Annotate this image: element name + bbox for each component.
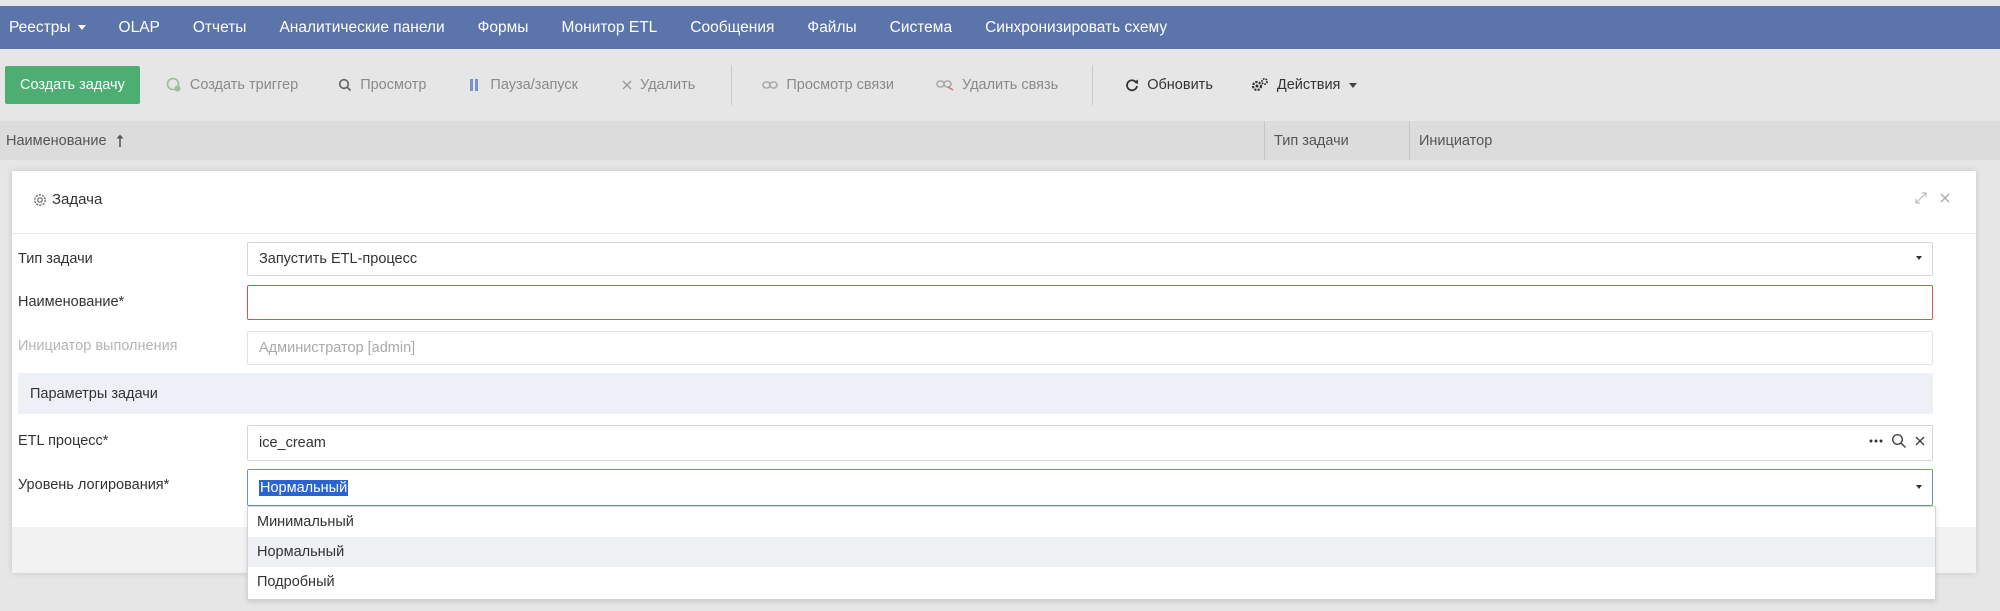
actions-dropdown[interactable]: Действия [1251, 77, 1358, 93]
refresh-button[interactable]: Обновить [1125, 77, 1213, 93]
create-trigger-button[interactable]: Создать триггер [166, 77, 298, 93]
menu-item-etl-monitor[interactable]: Монитор ETL [538, 19, 657, 37]
pause-play-icon [470, 78, 482, 92]
grid-header: Наименование Тип задачи Инициатор [0, 121, 2000, 160]
log-level-select[interactable]: Нормальный [247, 469, 1933, 506]
search-icon [338, 78, 352, 92]
toolbar-separator [1092, 65, 1094, 105]
dialog-title: Задача [32, 191, 102, 208]
toolbar-separator [731, 65, 733, 105]
log-level-dropdown: Минимальный Нормальный Подробный [247, 506, 1936, 600]
column-header-task-type[interactable]: Тип задачи [1268, 121, 1349, 160]
task-type-select[interactable]: Запустить ETL-процесс [247, 242, 1933, 276]
trigger-icon [166, 77, 182, 93]
close-icon[interactable] [1940, 193, 1950, 203]
caret-down-icon [77, 25, 86, 30]
unlink-icon [936, 79, 954, 91]
menu-item-files[interactable]: Файлы [784, 19, 856, 37]
link-icon [762, 80, 779, 90]
menu-item-dashboards[interactable]: Аналитические панели [256, 19, 444, 37]
toolbar: Создать задачу Создать триггер Просмотр … [0, 49, 2000, 121]
etl-process-field[interactable]: ice_cream [247, 425, 1933, 461]
dropdown-option[interactable]: Минимальный [248, 507, 1935, 537]
pause-start-button[interactable]: Пауза/запуск [470, 77, 578, 93]
top-menu: Реестры OLAP Отчеты Аналитические панели… [0, 6, 2000, 49]
etl-process-label: ETL процесс* [18, 433, 109, 449]
dropdown-option[interactable]: Нормальный [248, 537, 1935, 567]
initiator-label: Инициатор выполнения [18, 338, 178, 354]
delete-button[interactable]: Удалить [622, 77, 695, 93]
chevron-down-icon [1916, 256, 1922, 260]
column-header-name[interactable]: Наименование [0, 121, 124, 160]
column-divider [1264, 121, 1265, 160]
name-label: Наименование* [18, 294, 125, 310]
view-link-button[interactable]: Просмотр связи [762, 77, 894, 93]
initiator-field: Администратор [admin] [247, 331, 1933, 365]
create-task-button[interactable]: Создать задачу [5, 66, 140, 104]
dialog-actions [1902, 191, 1950, 205]
menu-item-system[interactable]: Система [867, 19, 952, 37]
log-level-label: Уровень логирования* [18, 477, 170, 493]
task-params-section: Параметры задачи [18, 373, 1933, 414]
column-header-initiator[interactable]: Инициатор [1413, 121, 1492, 160]
refresh-icon [1125, 78, 1139, 92]
menu-item-messages[interactable]: Сообщения [667, 19, 774, 37]
dialog-header: Задача [12, 171, 1976, 234]
menu-item-reports[interactable]: Отчеты [170, 19, 247, 37]
field-tools [1861, 433, 1926, 449]
gears-icon [1251, 77, 1269, 93]
expand-icon[interactable] [1914, 191, 1928, 205]
menu-item-registries[interactable]: Реестры [0, 19, 86, 37]
chevron-down-icon [1916, 485, 1922, 489]
name-field[interactable] [247, 285, 1933, 320]
caret-down-icon [1349, 82, 1358, 88]
clear-icon[interactable] [1914, 435, 1926, 447]
delete-link-button[interactable]: Удалить связь [936, 77, 1058, 93]
task-type-label: Тип задачи [18, 251, 93, 267]
menu-item-olap[interactable]: OLAP [96, 19, 160, 37]
dropdown-option[interactable]: Подробный [248, 567, 1935, 597]
menu-item-forms[interactable]: Формы [455, 19, 529, 37]
close-icon [622, 80, 632, 90]
search-icon[interactable] [1891, 433, 1907, 449]
column-divider [1409, 121, 1410, 160]
view-button[interactable]: Просмотр [338, 77, 426, 93]
more-icon[interactable] [1868, 433, 1884, 449]
menu-item-sync-schema[interactable]: Синхронизировать схему [962, 19, 1167, 37]
gear-icon [32, 192, 48, 208]
sort-asc-icon [116, 134, 124, 148]
